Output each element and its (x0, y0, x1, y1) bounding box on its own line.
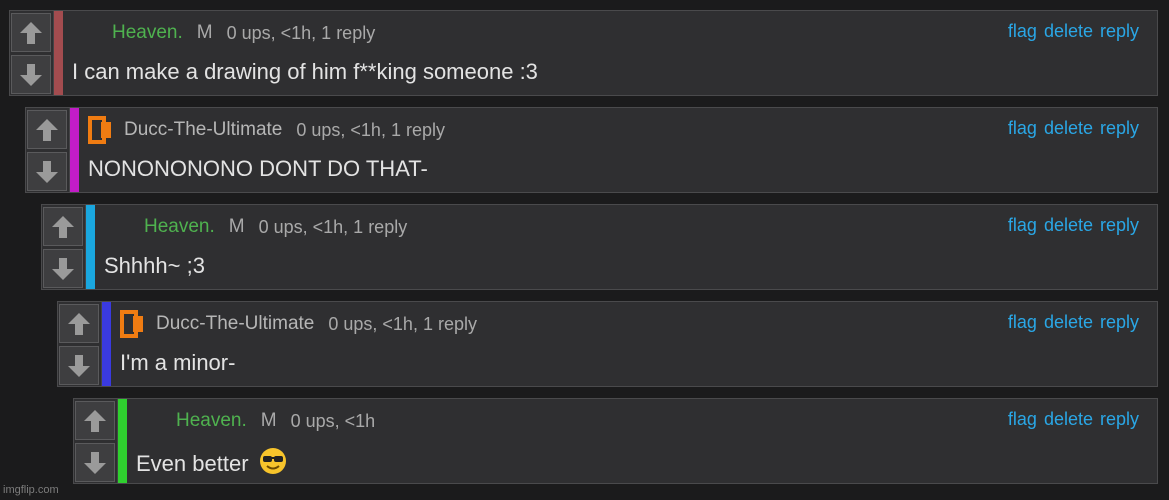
downvote-button[interactable] (75, 443, 115, 482)
watermark: imgflip.com (3, 484, 59, 496)
comment-stats: 0 ups, <1h, 1 reply (296, 119, 445, 140)
comment-meta: Heaven. M 0 ups, <1h, 1 reply (72, 19, 375, 47)
comment-stats: 0 ups, <1h, 1 reply (258, 216, 408, 237)
delete-link[interactable]: delete (1044, 21, 1093, 42)
comment-actions: flag delete reply (1008, 21, 1139, 42)
orange-bracket-avatar-icon[interactable] (120, 310, 146, 338)
username[interactable]: Heaven. (176, 410, 247, 432)
arrow-down-icon (84, 451, 106, 474)
sunglasses-emoji-icon (259, 447, 287, 481)
comment-meta: Ducc-The-Ultimate 0 ups, <1h, 1 reply (120, 310, 477, 338)
upvote-button[interactable] (75, 401, 115, 440)
username[interactable]: Ducc-The-Ultimate (124, 119, 282, 141)
thread-accent-bar (54, 11, 63, 95)
user-marker: M (228, 216, 245, 237)
flag-link[interactable]: flag (1008, 21, 1037, 42)
reply-link[interactable]: reply (1100, 409, 1139, 430)
delete-link[interactable]: delete (1044, 215, 1093, 236)
downvote-button[interactable] (27, 152, 67, 191)
upvote-button[interactable] (27, 110, 67, 149)
arrow-down-icon (68, 354, 90, 377)
reply-link[interactable]: reply (1100, 215, 1139, 236)
delete-link[interactable]: delete (1044, 118, 1093, 139)
comment: Ducc-The-Ultimate 0 ups, <1h, 1 reply fl… (57, 301, 1158, 387)
upvote-button[interactable] (59, 304, 99, 343)
arrow-up-icon (20, 21, 42, 44)
comment-text-row: Even better (136, 447, 287, 481)
upvote-button[interactable] (43, 207, 83, 246)
arrow-up-icon (52, 215, 74, 238)
comment: Heaven. M 0 ups, <1h, 1 reply flag delet… (41, 204, 1158, 290)
arrow-up-icon (84, 409, 106, 432)
comment-stats: 0 ups, <1h (290, 410, 376, 431)
comment-text: I can make a drawing of him f**king some… (72, 59, 538, 84)
vote-column (10, 11, 54, 95)
reply-link[interactable]: reply (1100, 312, 1139, 333)
orange-bracket-avatar-icon[interactable] (88, 116, 114, 144)
arrow-up-icon (68, 312, 90, 335)
arrow-down-icon (20, 63, 42, 86)
vote-column (58, 302, 102, 386)
comment-meta: Ducc-The-Ultimate 0 ups, <1h, 1 reply (88, 116, 445, 144)
vote-column (26, 108, 70, 192)
username[interactable]: Ducc-The-Ultimate (156, 313, 314, 335)
comment-text: NONONONONO DONT DO THAT- (88, 156, 428, 181)
thread-accent-bar (86, 205, 95, 289)
user-marker: M (260, 410, 277, 431)
comment: Heaven. M 0 ups, <1h flag delete reply E… (73, 398, 1158, 484)
comment-actions: flag delete reply (1008, 118, 1139, 139)
comment-stats: 0 ups, <1h, 1 reply (226, 22, 376, 43)
comment-actions: flag delete reply (1008, 312, 1139, 333)
user-marker: M (196, 22, 213, 43)
username[interactable]: Heaven. (112, 22, 183, 44)
comment-actions: flag delete reply (1008, 215, 1139, 236)
username[interactable]: Heaven. (144, 216, 215, 238)
upvote-button[interactable] (11, 13, 51, 52)
comment-meta: Heaven. M 0 ups, <1h (136, 407, 375, 435)
arrow-down-icon (36, 160, 58, 183)
delete-link[interactable]: delete (1044, 312, 1093, 333)
thread-accent-bar (118, 399, 127, 483)
vote-column (74, 399, 118, 483)
arrow-down-icon (52, 257, 74, 280)
downvote-button[interactable] (11, 55, 51, 94)
comment-text: Shhhh~ ;3 (104, 253, 205, 278)
comment-stats: 0 ups, <1h, 1 reply (328, 313, 477, 334)
reply-link[interactable]: reply (1100, 21, 1139, 42)
reply-link[interactable]: reply (1100, 118, 1139, 139)
flag-link[interactable]: flag (1008, 215, 1037, 236)
delete-link[interactable]: delete (1044, 409, 1093, 430)
flag-link[interactable]: flag (1008, 409, 1037, 430)
comment-text: I'm a minor- (120, 350, 236, 375)
downvote-button[interactable] (43, 249, 83, 288)
flag-link[interactable]: flag (1008, 118, 1037, 139)
comment: Heaven. M 0 ups, <1h, 1 reply flag delet… (9, 10, 1158, 96)
comment: Ducc-The-Ultimate 0 ups, <1h, 1 reply fl… (25, 107, 1158, 193)
thread-accent-bar (70, 108, 79, 192)
downvote-button[interactable] (59, 346, 99, 385)
comment-meta: Heaven. M 0 ups, <1h, 1 reply (104, 213, 407, 241)
flag-link[interactable]: flag (1008, 312, 1037, 333)
thread-accent-bar (102, 302, 111, 386)
comment-text: Even better (136, 451, 249, 476)
arrow-up-icon (36, 118, 58, 141)
vote-column (42, 205, 86, 289)
comment-actions: flag delete reply (1008, 409, 1139, 430)
